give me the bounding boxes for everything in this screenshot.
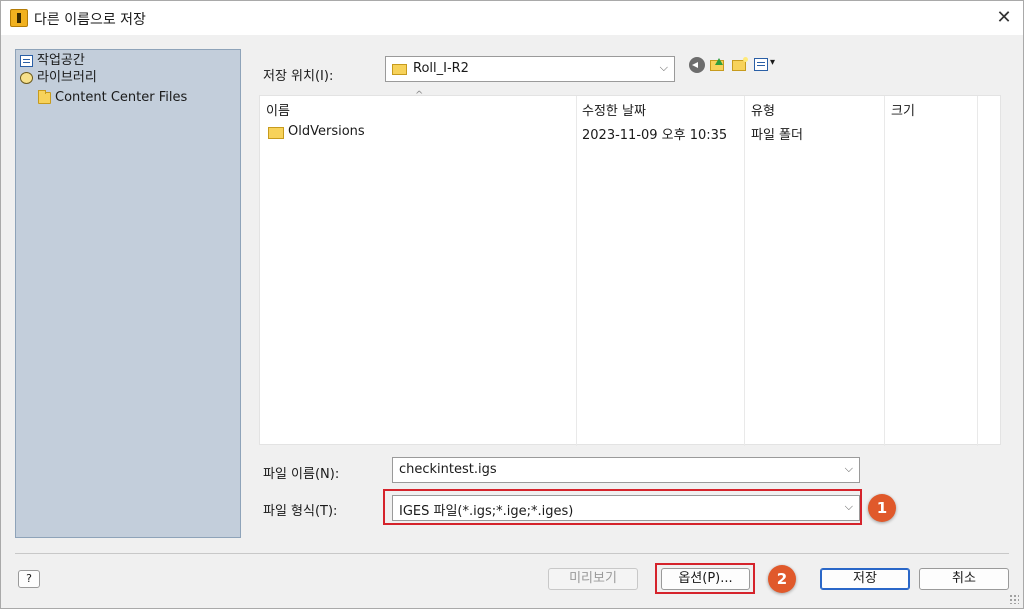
place-item-label: 작업공간 [37, 53, 85, 68]
chevron-down-icon: ⌵ [659, 61, 668, 74]
step-badge-2: 2 [768, 565, 796, 593]
dialog-title: 다른 이름으로 저장 [34, 12, 146, 28]
library-icon [20, 72, 33, 84]
resize-grip-icon[interactable] [1009, 594, 1019, 604]
app-icon [10, 9, 28, 27]
up-folder-icon[interactable] [710, 58, 724, 71]
column-header-modified[interactable]: 수정한 날짜 [582, 100, 646, 119]
column-header-size[interactable]: 크기 [891, 100, 915, 119]
location-combo[interactable]: Roll_I-R2 ⌵ [385, 56, 675, 82]
place-item-label: Content Center Files [55, 90, 188, 105]
column-header-type[interactable]: 유형 [751, 100, 775, 119]
highlight-box-options [655, 563, 755, 594]
file-list[interactable]: 이름 ^ 수정한 날짜 유형 크기 OldVersions 2023-11-09… [259, 90, 1001, 446]
save-as-dialog: 다른 이름으로 저장 ✕ 작업공간 라이브러리 Content Center F… [0, 0, 1024, 609]
title-bar: 다른 이름으로 저장 ✕ [1, 1, 1023, 35]
filename-value: checkintest.igs [399, 462, 497, 477]
separator [15, 553, 1009, 554]
filetype-label: 파일 형식(T): [263, 504, 338, 519]
filename-input[interactable]: checkintest.igs ⌵ [392, 457, 860, 483]
highlight-box-filetype [383, 489, 862, 525]
place-item-label: 라이브러리 [37, 70, 97, 85]
help-button[interactable]: ? [18, 570, 40, 588]
workspace-icon [20, 55, 33, 67]
column-divider [977, 96, 978, 446]
column-divider [576, 96, 577, 446]
file-modified-cell: 2023-11-09 오후 10:35 [582, 128, 728, 143]
close-button[interactable]: ✕ [993, 7, 1015, 29]
preview-button[interactable]: 미리보기 [548, 568, 638, 590]
location-label: 저장 위치(I): [263, 69, 334, 84]
view-menu-arrow[interactable]: ▾ [770, 57, 775, 68]
chevron-down-icon: ⌵ [844, 462, 853, 475]
location-value: Roll_I-R2 [413, 61, 469, 76]
new-folder-icon[interactable] [732, 57, 748, 71]
back-icon[interactable] [689, 57, 705, 73]
places-panel: 작업공간 라이브러리 Content Center Files [15, 49, 241, 538]
view-menu-icon[interactable] [754, 58, 768, 71]
cancel-button[interactable]: 취소 [919, 568, 1009, 590]
sort-ascending-icon: ^ [415, 90, 424, 101]
step-badge-1: 1 [868, 494, 896, 522]
save-button[interactable]: 저장 [820, 568, 910, 590]
column-divider [744, 96, 745, 446]
folder-icon [38, 90, 51, 104]
column-header-name[interactable]: 이름 [266, 100, 290, 119]
filename-label: 파일 이름(N): [263, 467, 340, 482]
file-type-cell: 파일 폴더 [751, 128, 803, 143]
folder-icon [268, 127, 284, 139]
file-name-cell[interactable]: OldVersions [288, 124, 365, 139]
folder-icon [392, 64, 407, 75]
column-divider [884, 96, 885, 446]
